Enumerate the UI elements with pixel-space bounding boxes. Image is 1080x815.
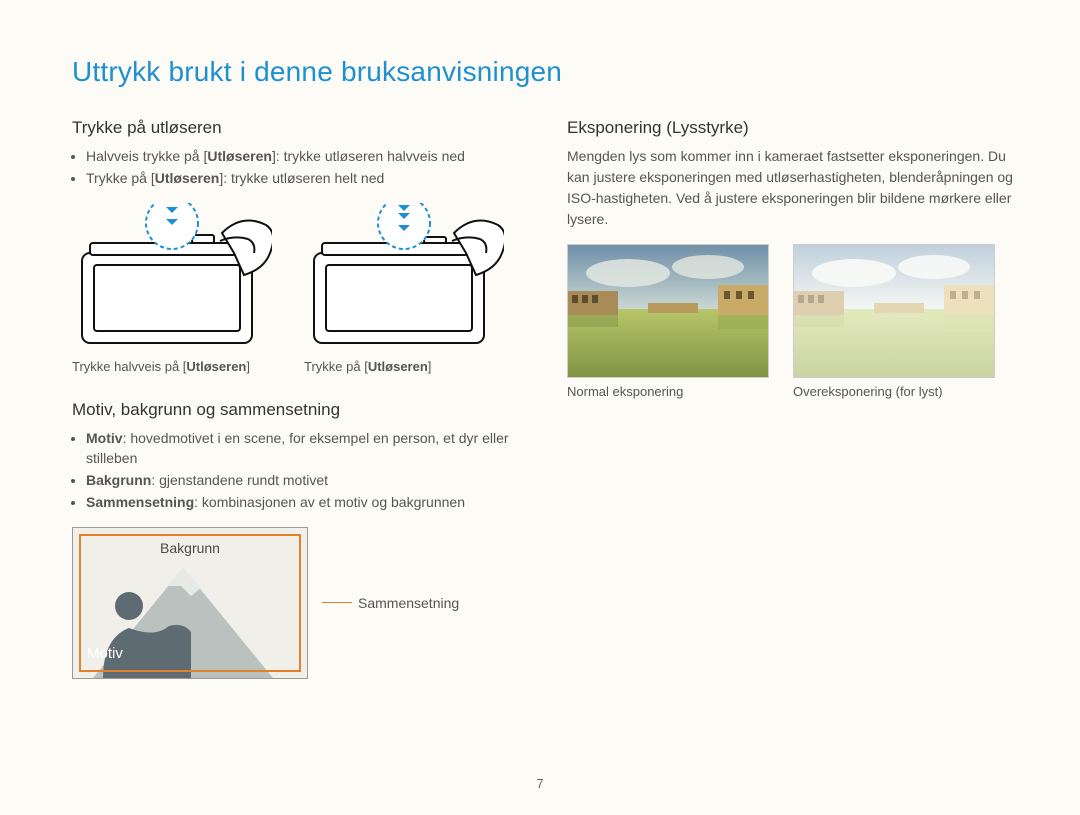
composition-section: Motiv, bakgrunn og sammensetning Motiv: … xyxy=(72,400,519,679)
comp-bullet-1: Motiv: hovedmotivet i en scene, for ekse… xyxy=(86,428,519,469)
label-sammensetning: Sammensetning xyxy=(358,595,459,611)
left-column: Trykke på utløseren Halvveis trykke på [… xyxy=(72,118,519,679)
label-bakgrunn: Bakgrunn xyxy=(73,540,307,556)
exposure-figures: Normal eksponering xyxy=(567,244,1014,399)
exposure-heading: Eksponering (Lysstyrke) xyxy=(567,118,1014,138)
camera-half-press-svg xyxy=(72,203,272,353)
shutter-bullet-2: Trykke på [Utløseren]: trykke utløseren … xyxy=(86,168,519,188)
composition-bullet-list: Motiv: hovedmotivet i en scene, for ekse… xyxy=(72,428,519,513)
exposure-normal-block: Normal eksponering xyxy=(567,244,767,399)
callout-line-icon xyxy=(322,602,352,603)
composition-figure: Bakgrunn Motiv xyxy=(72,527,308,679)
caption-normal-exposure: Normal eksponering xyxy=(567,384,767,399)
content-columns: Trykke på utløseren Halvveis trykke på [… xyxy=(72,118,1014,679)
shutter-heading: Trykke på utløseren xyxy=(72,118,519,138)
shutter-bullet-1: Halvveis trykke på [Utløseren]: trykke u… xyxy=(86,146,519,166)
manual-page: Uttrykk brukt i denne bruksanvisningen T… xyxy=(0,0,1080,815)
camera-full-press: Trykke på [Utløseren] xyxy=(304,203,504,374)
camera-full-press-svg xyxy=(304,203,504,353)
exposure-body: Mengden lys som kommer inn i kameraet fa… xyxy=(567,146,1014,230)
comp-bullet-2: Bakgrunn: gjenstandene rundt motivet xyxy=(86,470,519,490)
exposure-normal-svg xyxy=(568,245,768,377)
comp-bullet-3: Sammensetning: kombinasjonen av et motiv… xyxy=(86,492,519,512)
exposure-over-image xyxy=(793,244,995,378)
composition-figure-row: Bakgrunn Motiv Sammensetning xyxy=(72,527,519,679)
shutter-illustrations: Trykke halvveis på [Utløseren] xyxy=(72,203,519,374)
exposure-normal-image xyxy=(567,244,769,378)
caption-half-press: Trykke halvveis på [Utløseren] xyxy=(72,359,272,374)
shutter-bullet-list: Halvveis trykke på [Utløseren]: trykke u… xyxy=(72,146,519,189)
right-column: Eksponering (Lysstyrke) Mengden lys som … xyxy=(567,118,1014,679)
composition-callout: Sammensetning xyxy=(322,595,459,611)
page-title: Uttrykk brukt i denne bruksanvisningen xyxy=(72,56,1014,88)
page-number: 7 xyxy=(0,776,1080,791)
caption-over-exposure: Overeksponering (for lyst) xyxy=(793,384,993,399)
exposure-over-block: Overeksponering (for lyst) xyxy=(793,244,993,399)
label-motiv: Motiv xyxy=(87,645,123,662)
caption-full-press: Trykke på [Utløseren] xyxy=(304,359,504,374)
composition-heading: Motiv, bakgrunn og sammensetning xyxy=(72,400,519,420)
camera-half-press: Trykke halvveis på [Utløseren] xyxy=(72,203,272,374)
overexposure-overlay xyxy=(794,245,994,377)
